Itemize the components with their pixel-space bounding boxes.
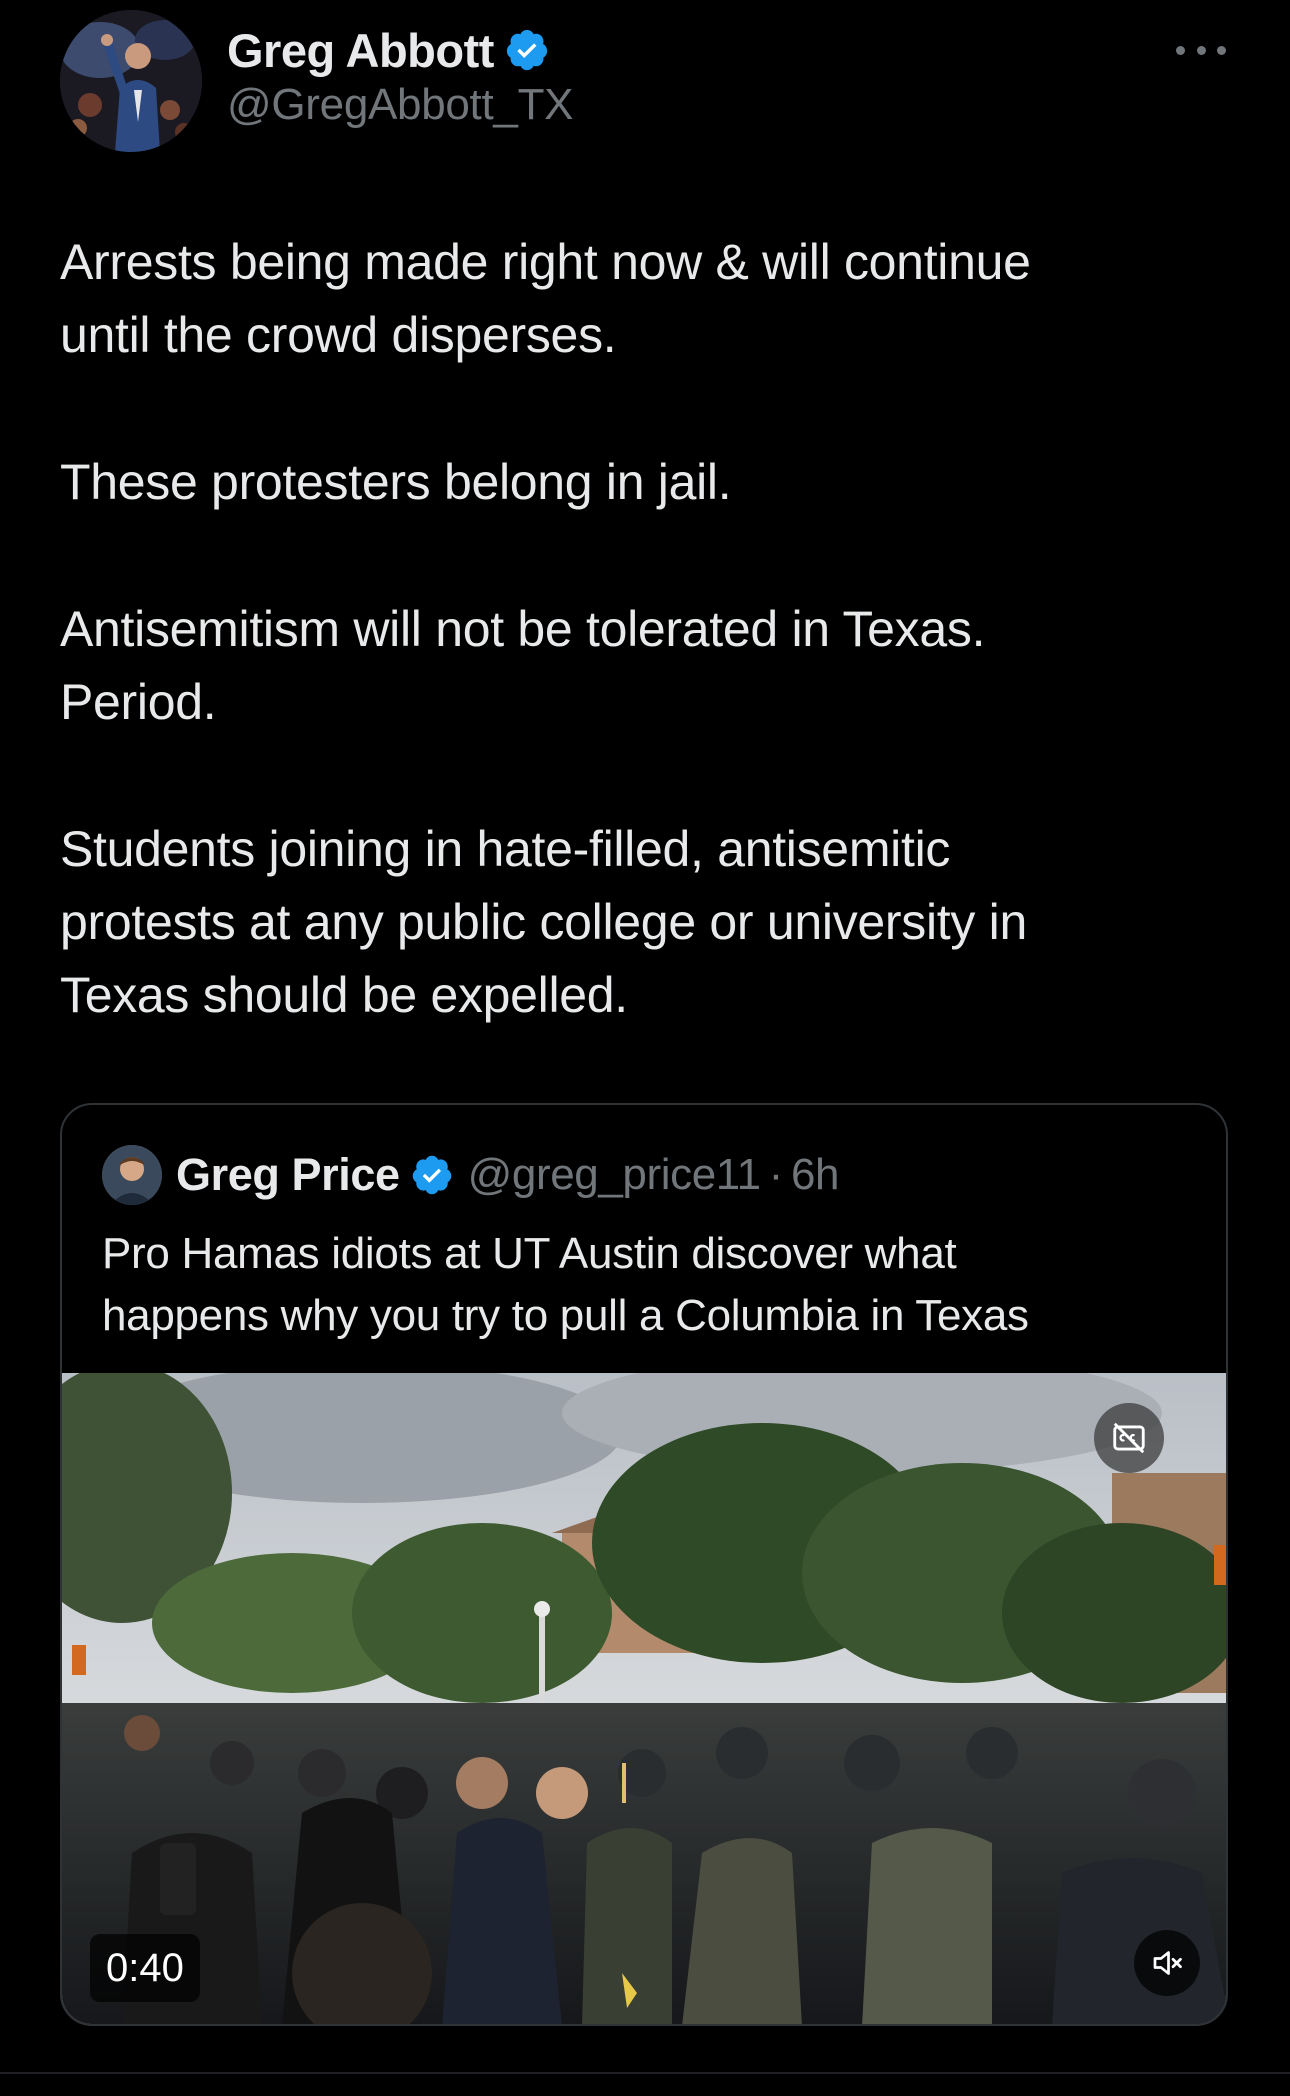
tweet-paragraph: Students joining in hate-filled, antisem…	[60, 821, 1027, 1023]
quote-text: Pro Hamas idiots at UT Austin discover w…	[102, 1229, 1029, 1340]
tweet-paragraph: Antisemitism will not be tolerated in Te…	[60, 601, 986, 730]
tweet-paragraph: Arrests being made right now & will cont…	[60, 234, 1031, 363]
volume-muted-icon	[1153, 1951, 1182, 1975]
video-frame	[62, 1373, 1226, 2024]
author-handle[interactable]: @GregAbbott_TX	[227, 80, 574, 130]
quote-header: Greg Price @greg_price11 · 6h	[102, 1145, 839, 1205]
quote-author-handle[interactable]: @greg_price11	[468, 1150, 761, 1200]
mute-button[interactable]	[1134, 1930, 1200, 1996]
more-horizontal-icon	[1176, 45, 1185, 55]
divider	[0, 2072, 1290, 2074]
captions-off-icon	[1113, 1422, 1145, 1454]
tweet-text: Arrests being made right now & will cont…	[60, 226, 1240, 1106]
captions-button[interactable]	[1094, 1403, 1164, 1473]
more-horizontal-icon-dot	[1196, 45, 1206, 55]
verified-badge-icon[interactable]	[410, 1153, 454, 1197]
separator-dot: ·	[768, 1150, 784, 1199]
author-avatar[interactable]	[60, 10, 202, 152]
quote-timestamp[interactable]: 6h	[791, 1150, 840, 1200]
author-name[interactable]: Greg Abbott	[227, 23, 494, 78]
tweet-paragraph: These protesters belong in jail.	[60, 454, 732, 510]
more-horizontal-icon-dot	[1217, 45, 1226, 55]
author-name-row: Greg Abbott	[227, 20, 550, 80]
verified-badge-icon[interactable]	[504, 27, 550, 73]
quote-author-avatar[interactable]	[102, 1145, 162, 1205]
quoted-tweet-card[interactable]: Greg Price @greg_price11 · 6h Pro Hamas …	[60, 1103, 1228, 2026]
quote-author-name[interactable]: Greg Price	[176, 1149, 400, 1201]
video-duration: 0:40	[90, 1934, 200, 2002]
tweet: Greg Abbott @GregAbbott_TX Arrests being…	[0, 0, 1290, 2096]
more-options-button[interactable]	[1176, 30, 1226, 70]
video-player[interactable]: 0:40	[62, 1373, 1226, 2024]
